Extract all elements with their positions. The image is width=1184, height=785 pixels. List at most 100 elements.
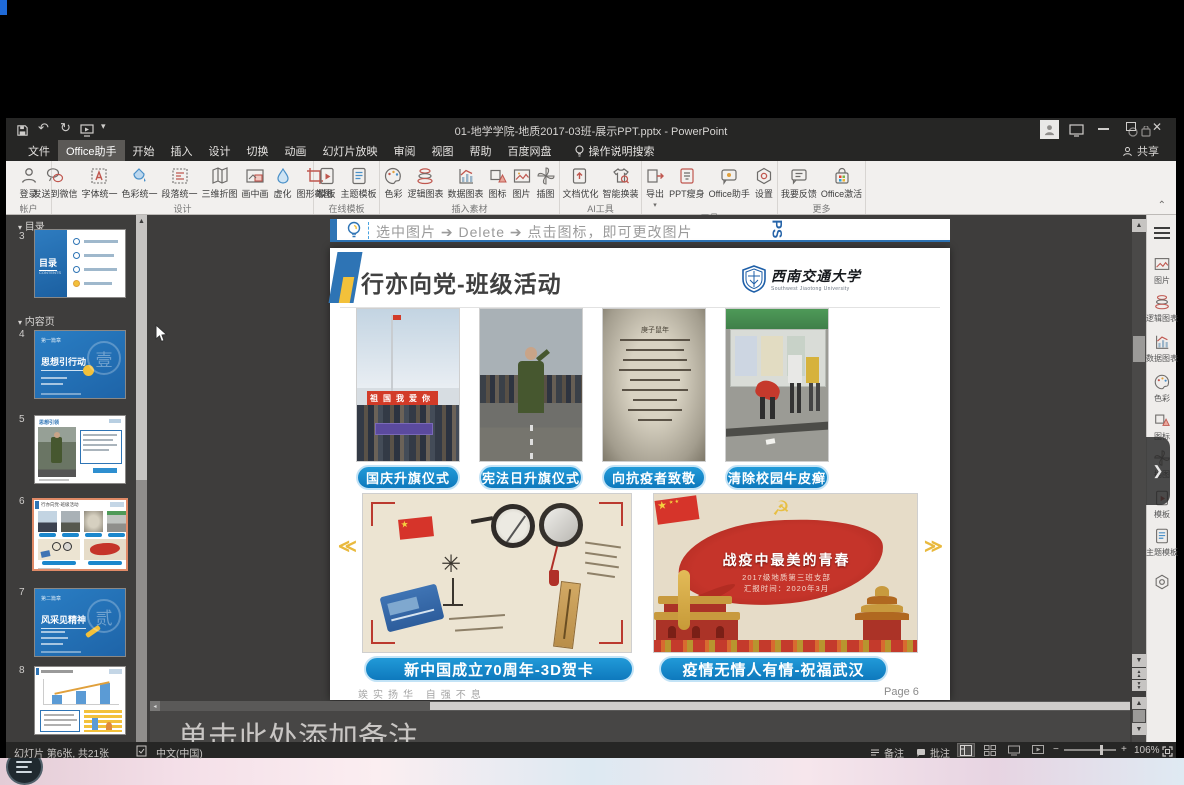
next-images-arrow[interactable]: ≫: [924, 536, 943, 557]
tab-office-assistant[interactable]: Office助手: [58, 140, 125, 162]
photo-constitution-day-flag-raising[interactable]: [479, 308, 583, 462]
sidebar-menu-icon[interactable]: [1154, 227, 1170, 239]
unify-colors-button[interactable]: 色彩统一: [119, 163, 159, 200]
photo-national-day-flag-raising[interactable]: 祖国我爱你: [356, 308, 460, 462]
university-logo[interactable]: 西南交通大学 Southwest Jiaotong University: [742, 265, 861, 293]
document-optimize-button[interactable]: 文档优化: [560, 163, 600, 200]
tab-review[interactable]: 审阅: [386, 140, 424, 162]
send-to-wechat-button[interactable]: 发送到微信: [30, 163, 79, 200]
office-activate-button[interactable]: Office激活: [819, 163, 864, 200]
horizontal-scrollbar[interactable]: ◂: [150, 701, 1130, 711]
restore-button[interactable]: [1126, 122, 1136, 131]
scroll-up-icon[interactable]: ▲: [1132, 697, 1146, 709]
zoom-slider-track[interactable]: [1064, 749, 1116, 751]
illustrations-button[interactable]: 插图: [534, 163, 558, 200]
settings-button[interactable]: 设置: [752, 163, 776, 200]
caption-wuhan-blessing[interactable]: 疫情无情人有情-祝福武汉: [659, 656, 888, 682]
prev-images-arrow[interactable]: ≪: [338, 536, 357, 557]
thumbnail-slide-8[interactable]: [34, 666, 126, 735]
scrollbar-thumb[interactable]: [1133, 336, 1145, 362]
minimize-button[interactable]: [1098, 128, 1109, 130]
fold-3d-button[interactable]: 三维折图: [200, 163, 240, 200]
view-normal-button[interactable]: [957, 743, 975, 757]
tab-help[interactable]: 帮助: [462, 140, 500, 162]
section-header-content[interactable]: ▾ 内容页: [18, 313, 55, 328]
photo-wuhan-blessing-poster[interactable]: ★★ ★ ☭ 战疫中最美的青春 2017级地质第三班支部 汇报时间：2020年3…: [653, 493, 918, 653]
thumbnail-slide-7[interactable]: 第二篇章 风采见精神 贰: [34, 588, 126, 657]
scroll-up-icon[interactable]: ▲: [1132, 219, 1146, 232]
scroll-down-icon[interactable]: ▼: [1132, 723, 1146, 735]
export-button[interactable]: 导出▾: [643, 163, 667, 209]
templates-button[interactable]: 模板: [315, 163, 339, 200]
ppt-slim-button[interactable]: PPT瘦身: [667, 163, 707, 200]
scroll-down-icon[interactable]: ▼: [1132, 654, 1146, 667]
colors-button[interactable]: 色彩: [381, 163, 405, 200]
sidebar-item-logic-charts[interactable]: 逻辑图表: [1147, 293, 1177, 324]
smart-restyle-button[interactable]: 智能换装: [601, 163, 641, 200]
comments-toggle[interactable]: 批注: [916, 745, 950, 760]
caption-cleanup[interactable]: 清除校园牛皮癣: [725, 465, 829, 490]
picture-in-picture-button[interactable]: 画中画: [240, 163, 271, 200]
thumbnail-slide-6-selected[interactable]: 行亦向党-班级活动: [32, 498, 128, 571]
notes-toggle[interactable]: 备注: [870, 745, 904, 760]
scrollbar-thumb[interactable]: [1133, 710, 1145, 722]
photo-tribute-letter[interactable]: 庚子鼠年: [602, 308, 706, 462]
tell-me-search[interactable]: 操作说明搜索: [585, 140, 663, 162]
unify-fonts-button[interactable]: 字体统一: [79, 163, 119, 200]
sidebar-item-colors[interactable]: 色彩: [1147, 373, 1177, 404]
zoom-slider-thumb[interactable]: [1100, 745, 1103, 755]
view-slideshow-button[interactable]: [1029, 743, 1047, 757]
theme-templates-button[interactable]: 主题模板: [339, 163, 379, 200]
slide-title[interactable]: 行亦向党-班级活动: [361, 265, 562, 299]
thumbnail-slide-3[interactable]: 目录 CONTENTS: [34, 229, 126, 298]
pictures-button[interactable]: 图片: [510, 163, 534, 200]
collapse-ribbon-button[interactable]: ⌃: [1158, 200, 1166, 211]
blur-button[interactable]: 虚化: [271, 163, 295, 200]
caption-70th-anniversary-card[interactable]: 新中国成立70周年-3D贺卡: [364, 656, 634, 682]
thumbnail-slide-5[interactable]: 思想引领: [34, 415, 126, 484]
icons-button[interactable]: 图标: [486, 163, 510, 200]
spellcheck-icon[interactable]: [136, 744, 147, 762]
scroll-left-icon[interactable]: ◂: [150, 701, 160, 711]
display-settings-button[interactable]: [1069, 122, 1084, 140]
tab-animations[interactable]: 动画: [277, 140, 315, 162]
caption-flag-raising[interactable]: 国庆升旗仪式: [356, 465, 460, 490]
next-slide-button[interactable]: ▼▼: [1132, 680, 1146, 691]
zoom-level[interactable]: 106%: [1134, 745, 1160, 756]
sidebar-item-theme-templates[interactable]: 主题模板: [1147, 527, 1177, 558]
office-assistant-button[interactable]: Office助手: [707, 163, 752, 200]
tab-baidu-netdisk[interactable]: 百度网盘: [500, 140, 560, 162]
tab-view[interactable]: 视图: [424, 140, 462, 162]
data-charts-button[interactable]: 数据图表: [446, 163, 486, 200]
sidebar-collapse-handle[interactable]: ❯: [1146, 437, 1170, 505]
photo-3d-greeting-card[interactable]: ★ ✳: [362, 493, 632, 653]
logic-charts-button[interactable]: 逻辑图表: [405, 163, 445, 200]
view-reading-button[interactable]: [1005, 743, 1023, 757]
tab-home[interactable]: 开始: [125, 140, 163, 162]
fit-to-window-button[interactable]: [1162, 744, 1173, 762]
zoom-in-button[interactable]: +: [1121, 744, 1127, 755]
close-button[interactable]: ✕: [1152, 120, 1162, 134]
tab-insert[interactable]: 插入: [163, 140, 201, 162]
feedback-button[interactable]: 我要反馈: [779, 163, 819, 200]
view-slide-sorter-button[interactable]: [981, 743, 999, 757]
scroll-up-icon[interactable]: ▲: [136, 215, 147, 228]
notes-pane[interactable]: 单击此处添加备注: [150, 711, 1130, 742]
sidebar-item-data-charts[interactable]: 数据图表: [1147, 333, 1177, 364]
photo-campus-cleanup[interactable]: [725, 308, 829, 462]
tab-transitions[interactable]: 切换: [239, 140, 277, 162]
sidebar-settings-icon[interactable]: [1153, 573, 1171, 596]
unify-paragraph-button[interactable]: 段落统一: [160, 163, 200, 200]
tab-slideshow[interactable]: 幻灯片放映: [315, 140, 386, 162]
notes-placeholder[interactable]: 单击此处添加备注: [178, 713, 418, 742]
share-button[interactable]: 共享: [1122, 143, 1159, 159]
caption-constitution-day[interactable]: 宪法日升旗仪式: [479, 465, 583, 490]
notes-scrollbar[interactable]: ▲ ▼: [1132, 697, 1146, 742]
zoom-out-button[interactable]: −: [1053, 744, 1059, 755]
thumbnail-scrollbar[interactable]: ▲: [136, 215, 147, 742]
scrollbar-thumb[interactable]: [430, 702, 1130, 710]
slide-area-scrollbar[interactable]: ▲ ▼: [1132, 219, 1146, 667]
sidebar-item-pictures[interactable]: 图片: [1147, 255, 1177, 286]
tab-design[interactable]: 设计: [201, 140, 239, 162]
caption-tribute[interactable]: 向抗疫者致敬: [602, 465, 706, 490]
